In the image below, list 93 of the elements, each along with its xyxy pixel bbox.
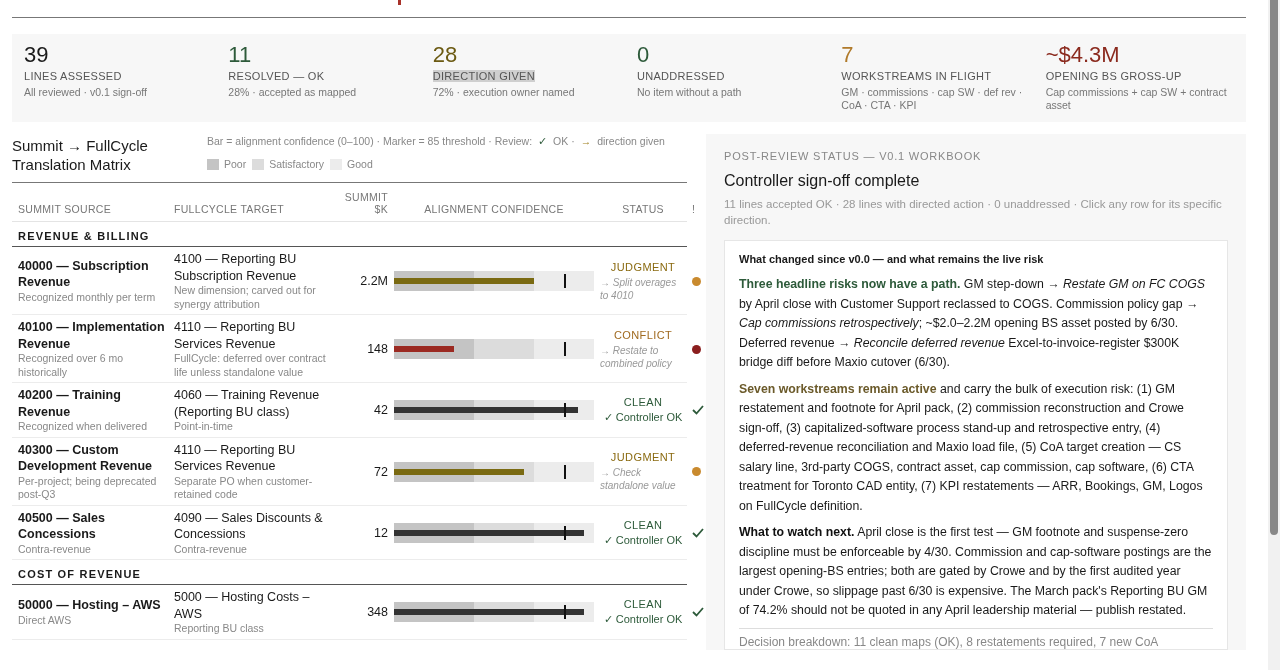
legend-label: Satisfactory (269, 156, 325, 172)
section-header: REVENUE & BILLING (12, 222, 687, 247)
amount: 72 (373, 464, 388, 479)
source-account: 40100 — Implementation Revenue (18, 319, 166, 352)
status-label: JUDGMENT (610, 451, 676, 463)
threshold-marker (564, 274, 566, 288)
source-note: Per-project; being deprecated post-Q3 (18, 474, 158, 502)
kpi-value: 7 (841, 41, 854, 69)
kpi-value: 0 (637, 41, 650, 69)
status-label: CLEAN (623, 598, 663, 611)
amount: 2.2M (359, 274, 388, 288)
panel-title: Controller sign-off complete (724, 172, 921, 190)
decision-breakdown: Decision breakdown: 11 clean maps (OK), 8 restatements required, 7 new CoA (739, 627, 1213, 649)
target-account: 4110 — Reporting BU Services Revenue (174, 319, 297, 352)
status-direction: → Restate to combined policy (600, 343, 673, 370)
status-label: JUDGMENT (610, 260, 676, 273)
risk-paragraph: What to watch next. April close is the first test — GM footnote and suspense-zero discipline must be enforceable by 4/30. Commission and cap-software postings are the largest opening-BS entries; both are gated by Crowe and by the first audited year under Crowe, so slippage past 6/30 is expensive. The March pack's Reporting BU GM of 74.2% should not be quoted in any April leadership material — publish restated. (739, 524, 1213, 619)
section-header: COST OF REVENUE (12, 560, 687, 585)
amount: 42 (373, 403, 388, 418)
status-direction: ✓ Controller OK (603, 533, 683, 547)
kpi-label: WORKSTREAMS IN FLIGHT (841, 70, 992, 82)
source-account: 40300 — Custom Development Revenue (18, 441, 154, 475)
check-symbol: ✓ (538, 134, 548, 149)
legend-text: direction given (597, 134, 665, 149)
legend-label: Good (347, 156, 373, 172)
kpi-note: 28% · accepted as mapped (228, 86, 357, 99)
kpi-note: 72% · execution owner named (432, 86, 575, 99)
arrow-symbol: → (580, 134, 592, 149)
source-account: 40200 — Training Revenue (18, 387, 122, 420)
legend-text: Bar = alignment confidence (0–100) · Marker = 85 threshold · Review: (207, 134, 533, 149)
column-header: STATUS (621, 203, 665, 215)
card-title: What changed since v0.0 — and what remains the live risk (739, 253, 1045, 265)
status-direction: ✓ Controller OK (603, 411, 683, 425)
panel-eyebrow: POST-REVIEW STATUS — V0.1 WORKBOOK (724, 150, 983, 162)
source-note: Contra-revenue (18, 542, 92, 556)
threshold-marker (564, 605, 566, 620)
kpi-label: OPENING BS GROSS-UP (1045, 70, 1182, 82)
target-note: Contra-revenue (174, 542, 248, 556)
matrix-title: Summit → FullCycle Translation Matrix (12, 136, 149, 174)
risk-paragraph: Three headline risks now have a path. GM step-down → Restate GM on FC COGS by April close with Customer Support reclassed to COGS. Commission policy gap → Cap commissions retrospectively; ~$2.0–2.2M opening BS asset posted by 6/30. Deferred revenue → Reconcile deferred revenue Excel-to-invoice-register $300K bridge diff before Maxio cutover (6/30). (739, 276, 1207, 371)
kpi-label: UNADDRESSED (637, 70, 725, 82)
accent-bar (398, 0, 401, 5)
source-account: 50000 — Hosting – AWS (18, 597, 162, 614)
scrollbar[interactable] (1268, 0, 1280, 670)
target-account: 4060 — Training Revenue (Reporting BU class) (174, 387, 321, 420)
target-account: 4090 — Sales Discounts & Concessions (174, 509, 324, 543)
source-note: Recognized when delivered (18, 420, 148, 434)
kpi-value: 28 (432, 41, 458, 69)
threshold-marker (564, 464, 566, 479)
threshold-marker (564, 403, 566, 418)
kpi-label: DIRECTION GIVEN (432, 70, 535, 82)
target-account: 4110 — Reporting BU Services Revenue (174, 441, 297, 475)
status-label: CONFLICT (613, 328, 673, 341)
target-note: New dimension; carved out for synergy attribution (174, 284, 317, 311)
kpi-note: No item without a path (637, 86, 742, 99)
legend-label: Poor (224, 156, 247, 172)
kpi-label: RESOLVED — OK (228, 70, 325, 82)
source-note: Recognized monthly per term (18, 290, 157, 305)
status-direction: → Split overages to 4010 (600, 275, 678, 302)
amount: 12 (373, 525, 388, 540)
kpi-note: All reviewed · v0.1 sign-off (24, 86, 147, 99)
status-direction: → Check standalone value (600, 466, 677, 492)
column-header: ALIGNMENT CONFIDENCE (423, 203, 565, 215)
amount: 348 (366, 605, 388, 620)
target-note: FullCycle: deferred over contract life unless standalone value (174, 352, 327, 379)
kpi-value: ~$4.3M (1045, 41, 1120, 69)
target-account: 5000 — Hosting Costs – AWS (174, 589, 311, 622)
kpi-value: 11 (228, 41, 252, 69)
kpi-value: 39 (24, 41, 49, 69)
source-note: Direct AWS (18, 613, 73, 628)
kpi-note: GM · commissions · cap SW · def rev · CoA · CTA · KPI (841, 86, 1024, 112)
column-header: FULLCYCLE TARGET (174, 203, 286, 215)
column-header: ! (692, 203, 696, 215)
kpi-label: LINES ASSESSED (24, 70, 122, 82)
column-header: SUMMIT $K (343, 191, 388, 215)
column-header: SUMMIT SOURCE (18, 203, 112, 215)
target-note: Point-in-time (174, 420, 234, 434)
target-note: Separate PO when customer-retained code (174, 474, 314, 502)
risk-paragraph: Seven workstreams remain active and carry the bulk of execution risk: (1) GM restatement and footnote for April pack, (2) commission reconstruction and Crowe sign-off, (3) capitalized-software process stand-up and retrospective entry, (4) deferred-revenue reconciliation and Maxio load file, (5) CoA target creation — CS salary line, 3rd-party COGS, contract asset, cap commission, cap software, (6) CTA treatment for Toronto CAD entity, (7) KPI restatements — ARR, Bookings, GM, Logos on FullCycle definition. (739, 380, 1204, 515)
threshold-marker (564, 525, 566, 540)
target-account: 4100 — Reporting BU Subscription Revenue (174, 251, 298, 284)
kpi-note: Cap commissions + cap SW + contract asset (1045, 86, 1228, 112)
legend-text: OK · (553, 134, 575, 149)
status-label: CLEAN (623, 518, 663, 531)
source-note: Recognized over 6 mo historically (18, 352, 125, 379)
source-account: 40000 — Subscription Revenue (18, 257, 150, 291)
panel-summary: 11 lines accepted OK · 28 lines with directed action · 0 unaddressed · Click any row for its specific direction. (724, 197, 1223, 228)
amount: 148 (366, 342, 388, 356)
threshold-marker (564, 342, 566, 356)
status-direction: ✓ Controller OK (603, 613, 683, 627)
status-label: CLEAN (623, 396, 663, 409)
target-note: Reporting BU class (174, 622, 265, 636)
source-account: 40500 — Sales Concessions (18, 509, 106, 543)
